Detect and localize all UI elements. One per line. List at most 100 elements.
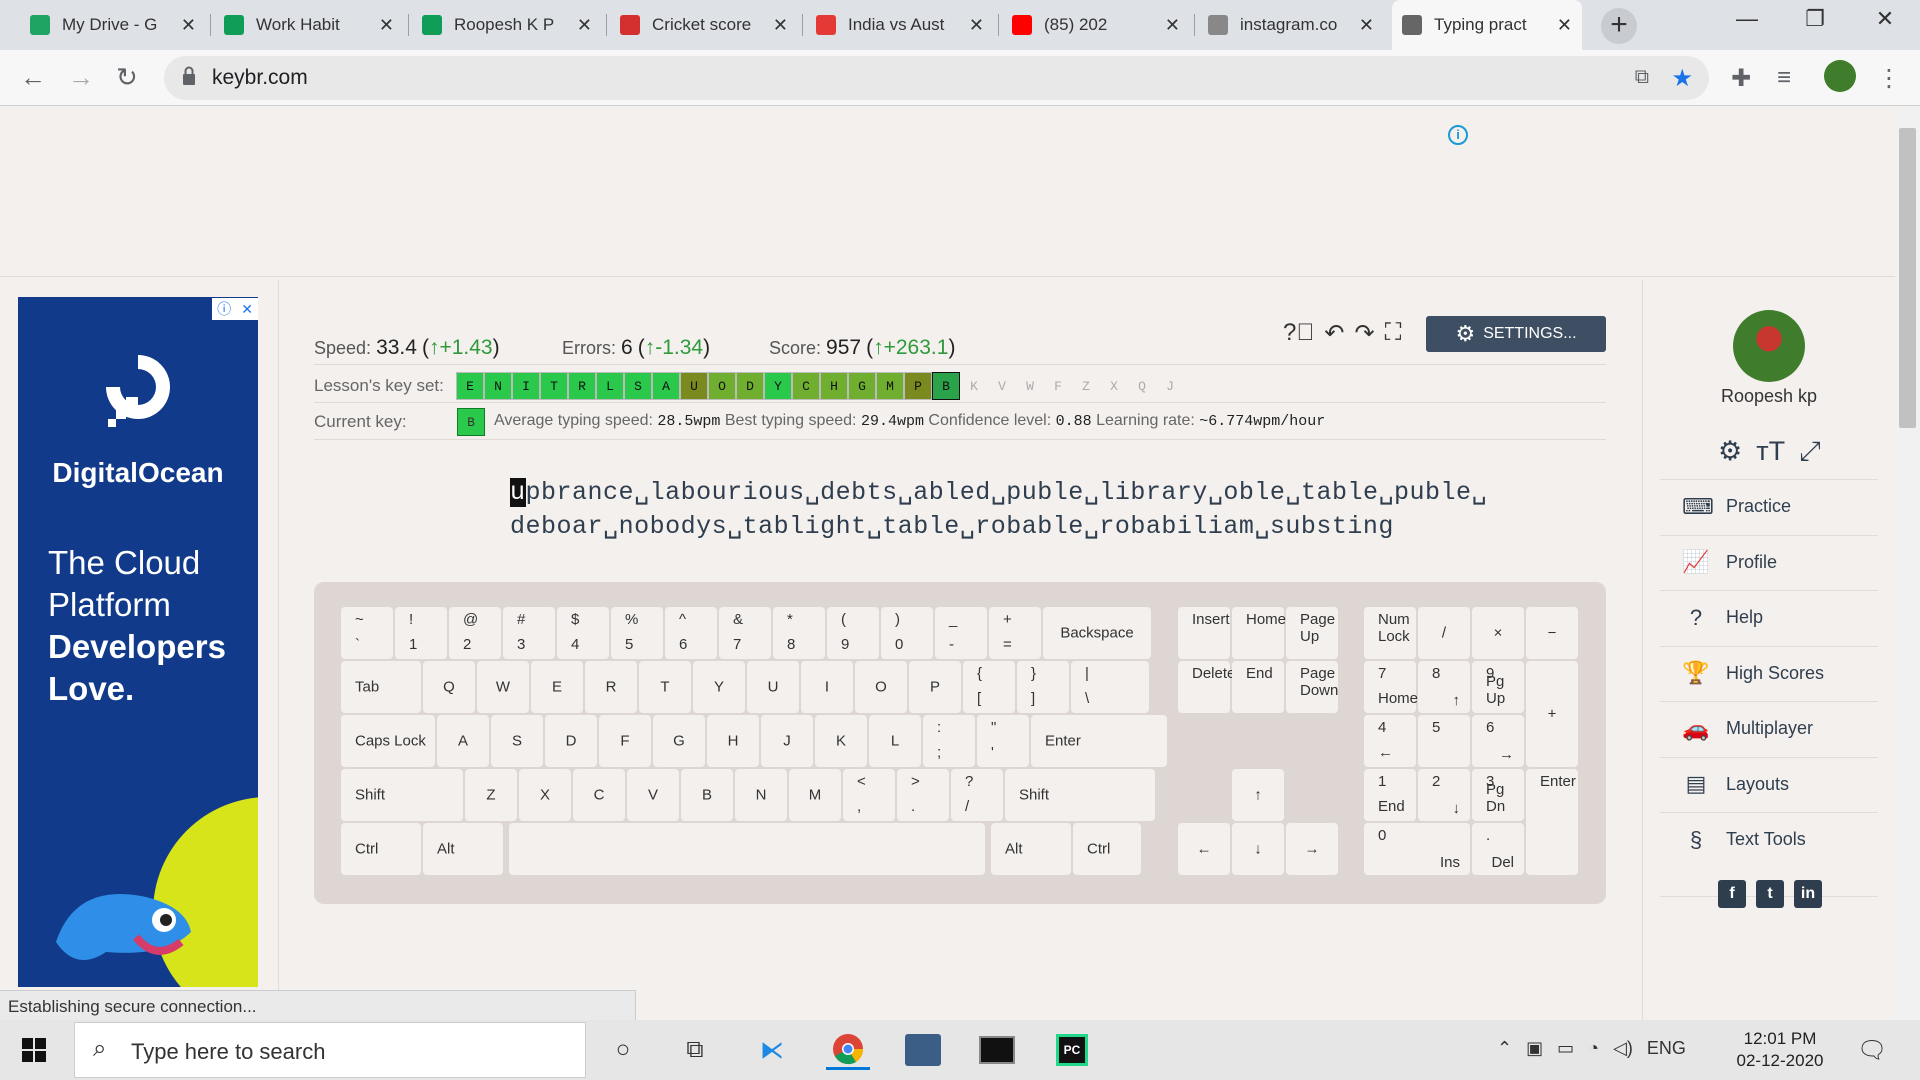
typing-text-area[interactable]: upbrance␣labourious␣debts␣abled␣puble␣li… <box>510 476 1487 544</box>
mysql-workbench-icon[interactable] <box>901 1030 945 1070</box>
tab-title: Roopesh K P <box>454 15 555 34</box>
settings-button[interactable]: ⚙ SETTINGS... <box>1426 316 1606 352</box>
help-circle-icon[interactable]: ?⃝ <box>1283 319 1314 348</box>
windows-start-icon[interactable] <box>22 1038 46 1062</box>
ad-info-icon[interactable]: ⓘ <box>217 299 231 319</box>
key-letter: K <box>815 715 867 767</box>
browser-tab[interactable]: Work Habit ✕ <box>214 6 404 44</box>
wifi-icon[interactable]: ◔ <box>1588 1038 1599 1059</box>
facebook-icon[interactable]: f <box>1718 880 1746 908</box>
sidebar-item-help[interactable]: ? Help <box>1660 590 1878 644</box>
pycharm-icon[interactable]: PC <box>1050 1030 1094 1070</box>
ad-info-icon[interactable]: i <box>1448 125 1468 145</box>
tab-close-icon[interactable]: ✕ <box>1165 15 1180 36</box>
tab-close-icon[interactable]: ✕ <box>577 15 592 36</box>
terminal-icon[interactable] <box>975 1030 1019 1070</box>
task-view-icon[interactable]: ⧉ <box>673 1030 717 1070</box>
chevron-up-icon[interactable]: ⌃ <box>1497 1038 1512 1059</box>
new-tab-button[interactable]: + <box>1601 8 1637 44</box>
key-ctrl-left: Ctrl <box>341 823 421 875</box>
tab-close-icon[interactable]: ✕ <box>181 15 196 36</box>
tab-title: India vs Aust <box>848 15 945 34</box>
score-stat: Score: 957 (↑+263.1) <box>769 336 956 359</box>
redo-icon[interactable]: ↷ <box>1354 319 1374 348</box>
tab-close-icon[interactable]: ✕ <box>1557 15 1572 36</box>
minimize-icon[interactable]: — <box>1722 6 1772 32</box>
tab-close-icon[interactable]: ✕ <box>1359 15 1374 36</box>
google-sheets-icon <box>224 15 244 35</box>
browser-tab[interactable]: My Drive - G ✕ <box>20 6 206 44</box>
browser-tab[interactable]: Typing pract ✕ <box>1392 0 1582 50</box>
key-letter: W <box>477 661 529 713</box>
close-window-icon[interactable]: ✕ <box>1860 6 1910 32</box>
key-letter: E <box>531 661 583 713</box>
taskbar-clock[interactable]: 12:01 PM 02-12-2020 <box>1725 1028 1835 1072</box>
profile-avatar-icon[interactable] <box>1824 60 1856 92</box>
undo-icon[interactable]: ↶ <box>1324 319 1344 348</box>
expand-icon[interactable]: ⤢ <box>1799 436 1821 468</box>
chrome-icon[interactable] <box>826 1030 870 1070</box>
sidebar-item-multiplayer[interactable]: 🚗 Multiplayer <box>1660 701 1878 755</box>
forward-icon[interactable]: → <box>68 62 94 93</box>
translate-icon[interactable]: ⧉ <box>1635 66 1649 89</box>
browser-tab[interactable]: Roopesh K P ✕ <box>412 6 602 44</box>
keyset-key: H <box>820 372 848 400</box>
key-digit: (9 <box>827 607 879 659</box>
menu-kebab-icon[interactable]: ⋮ <box>1877 64 1901 93</box>
key-insert: Insert <box>1178 607 1230 659</box>
divider <box>314 439 1606 440</box>
font-size-icon[interactable]: тT <box>1756 436 1785 468</box>
key-pageup: Page Up <box>1286 607 1338 659</box>
lesson-keyset: ENITRLSAUODYCHGMPBK V W F Z X Q J <box>456 372 1184 400</box>
notification-icon[interactable]: 🗨 <box>1857 1036 1887 1065</box>
key-symbol: <, <box>843 769 895 821</box>
vscode-icon[interactable]: ⧔ <box>750 1030 794 1070</box>
back-icon[interactable]: ← <box>20 62 46 93</box>
scrollbar-thumb[interactable] <box>1899 128 1916 428</box>
ad-close-icon[interactable]: ✕ <box>241 301 253 318</box>
volume-icon[interactable]: ◁) <box>1613 1038 1633 1059</box>
digitalocean-logo-icon <box>106 355 170 427</box>
keyset-key: G <box>848 372 876 400</box>
tab-close-icon[interactable]: ✕ <box>773 15 788 36</box>
restore-icon[interactable]: ❐ <box>1790 6 1840 32</box>
digitalocean-ad[interactable]: DigitalOcean The Cloud Platform Develope… <box>18 297 258 987</box>
sidebar-item-profile[interactable]: 📈 Profile <box>1660 534 1878 589</box>
browser-tab[interactable]: (85) 202 ✕ <box>1002 6 1190 44</box>
key-enter: Enter <box>1031 715 1167 767</box>
keyset-key: D <box>736 372 764 400</box>
theme-gear-icon[interactable]: ⚙ <box>1718 436 1742 468</box>
username[interactable]: Roopesh kp <box>1660 386 1878 407</box>
sidebar-item-text-tools[interactable]: § Text Tools <box>1660 812 1878 866</box>
language-indicator[interactable]: ENG <box>1647 1038 1686 1059</box>
tab-close-icon[interactable]: ✕ <box>969 15 984 36</box>
ad-choices[interactable]: ⓘ ✕ <box>212 298 258 320</box>
browser-tab[interactable]: instagram.co ✕ <box>1198 6 1384 44</box>
battery-icon[interactable]: ▭ <box>1557 1038 1574 1059</box>
media-control-icon[interactable]: ≡ <box>1777 64 1791 92</box>
reload-icon[interactable]: ↻ <box>116 62 138 93</box>
extensions-icon[interactable]: ✚ <box>1731 64 1751 93</box>
sidebar-item-layouts[interactable]: ▤ Layouts <box>1660 756 1878 811</box>
key-backtick: ~ ` <box>341 607 393 659</box>
fullscreen-icon[interactable]: ⛶ <box>1385 319 1402 348</box>
twitter-icon[interactable]: t <box>1756 880 1784 908</box>
key-digit: _ - <box>935 607 987 659</box>
key-symbol: " ' <box>977 715 1029 767</box>
bookmark-star-icon[interactable]: ★ <box>1671 64 1693 93</box>
key-num-5: 5 <box>1418 715 1470 767</box>
keyset-key: E <box>456 372 484 400</box>
tab-close-icon[interactable]: ✕ <box>379 15 394 36</box>
sidebar-item-practice[interactable]: ⌨ Practice <box>1660 479 1878 533</box>
sidebar-item-high-scores[interactable]: 🏆 High Scores <box>1660 645 1878 700</box>
sidebar-item-label: Profile <box>1726 551 1778 572</box>
taskbar-search[interactable]: ⌕ Type here to search <box>74 1022 586 1078</box>
browser-tab[interactable]: India vs Aust ✕ <box>806 6 994 44</box>
address-bar[interactable]: keybr.com ⧉ ★ <box>164 56 1709 100</box>
linkedin-icon[interactable]: in <box>1794 880 1822 908</box>
key-pagedown: Page Down <box>1286 661 1338 713</box>
browser-tab[interactable]: Cricket score ✕ <box>610 6 798 44</box>
meet-now-icon[interactable]: ▣ <box>1526 1038 1543 1059</box>
cortana-icon[interactable]: ○ <box>601 1030 645 1070</box>
user-avatar[interactable] <box>1733 310 1805 382</box>
